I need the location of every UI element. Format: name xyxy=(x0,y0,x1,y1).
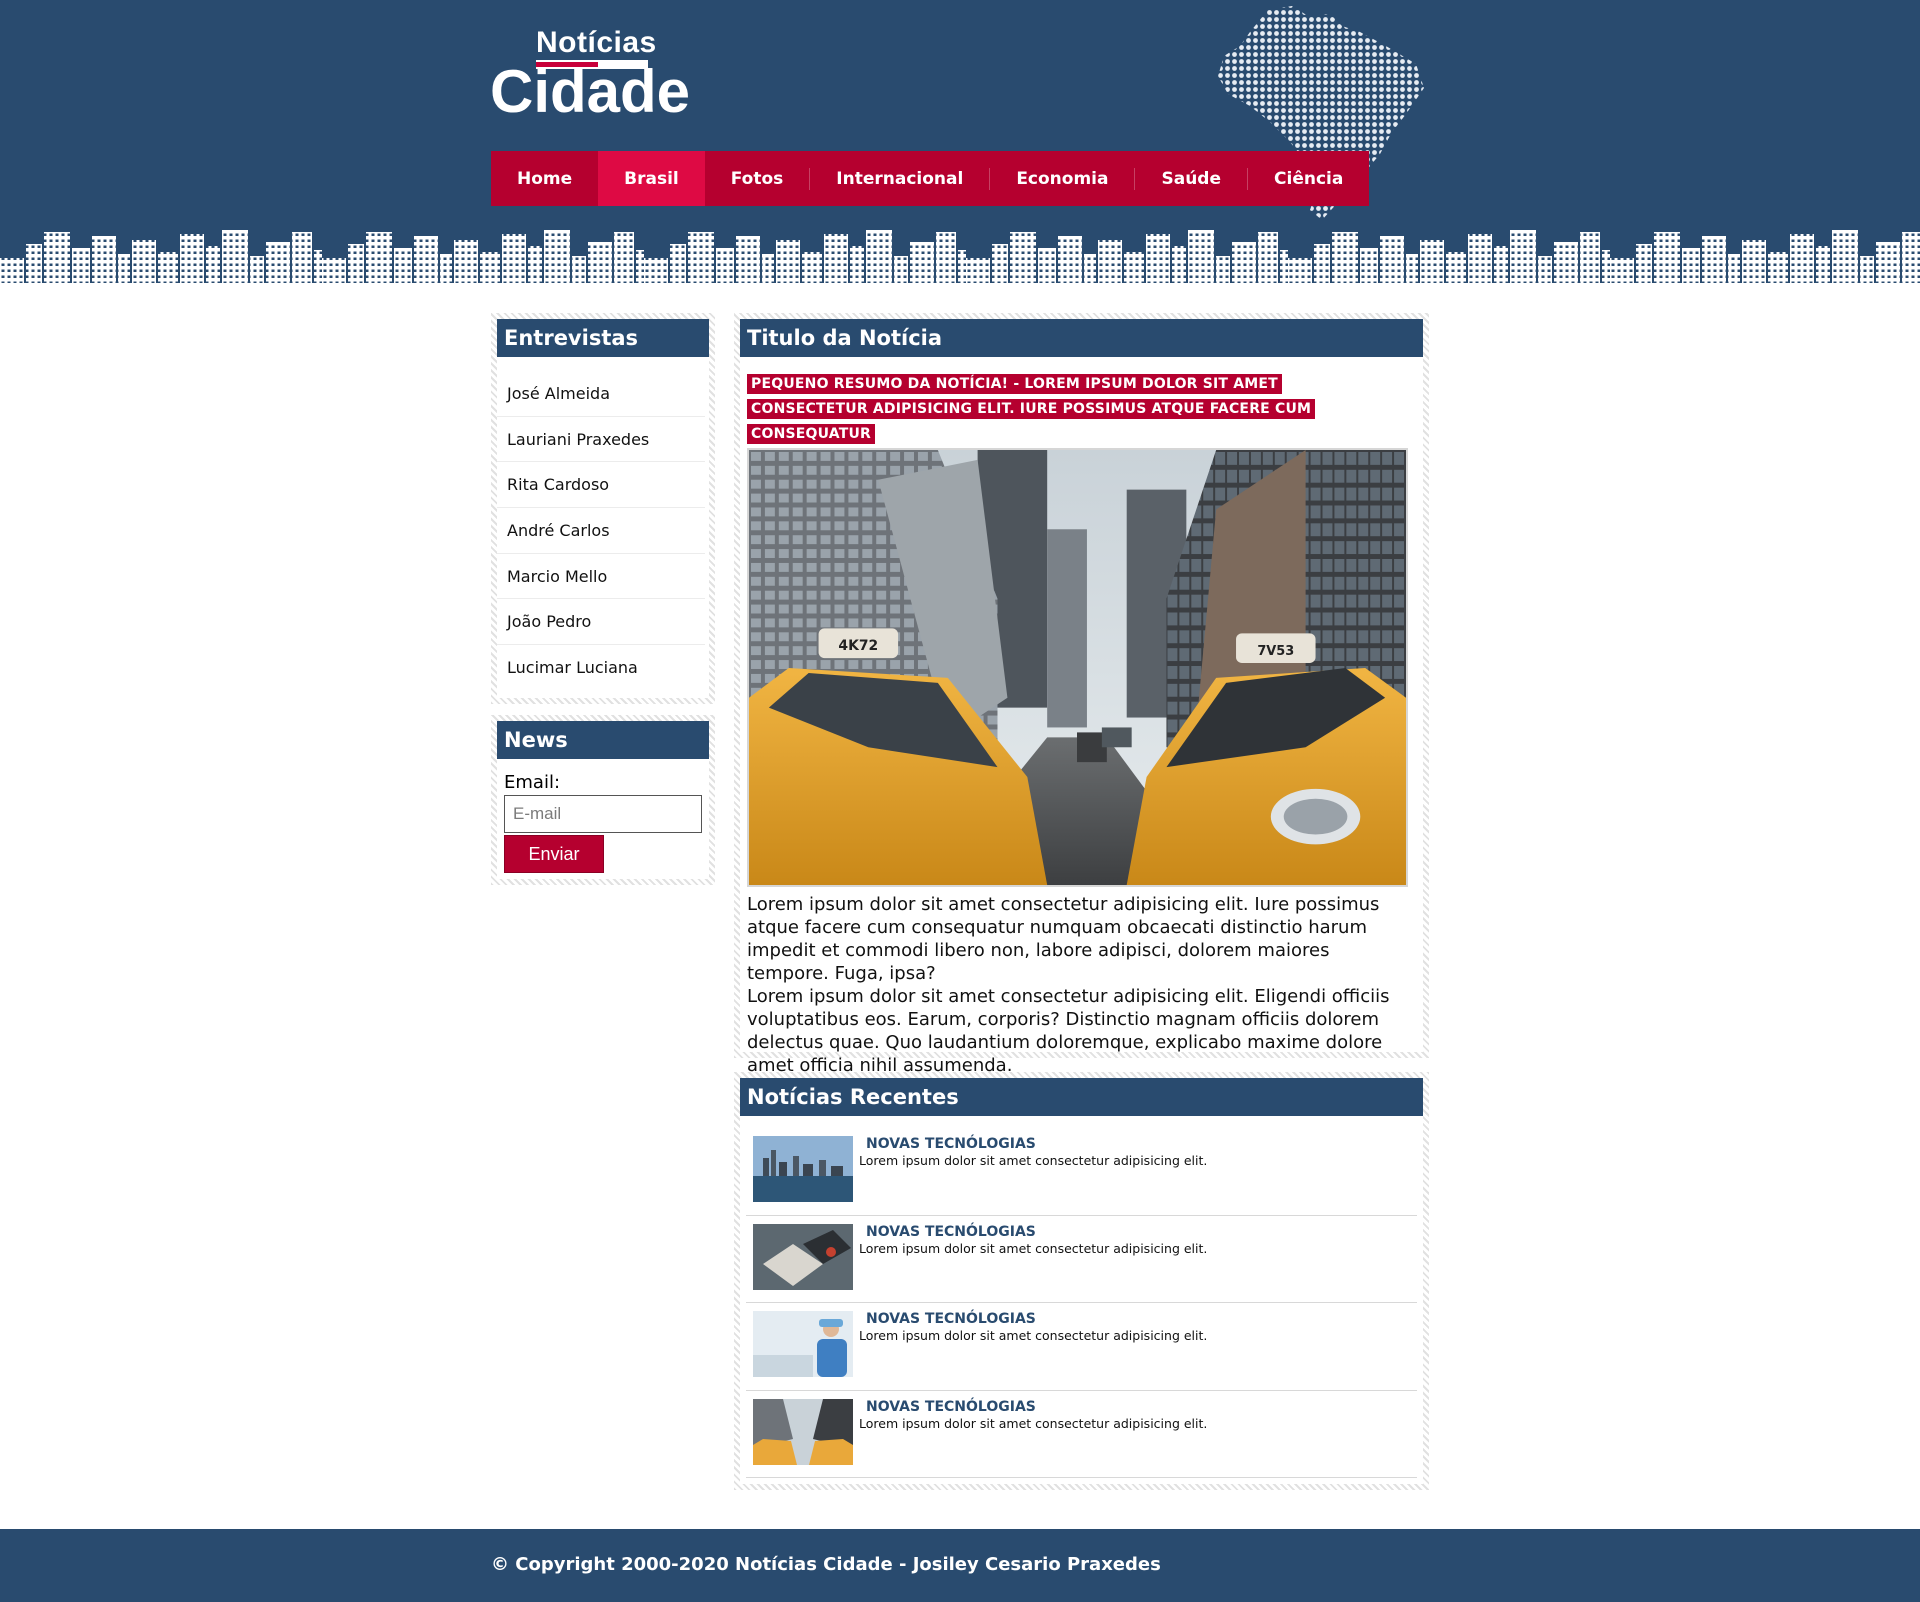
logo-main-text: Cidade xyxy=(490,58,691,125)
nav-ciencia[interactable]: Ciência xyxy=(1248,151,1369,206)
recent-news-title-link[interactable]: NOVAS TECNÓLOGIAS xyxy=(866,1136,1207,1152)
interview-link[interactable]: Rita Cardoso xyxy=(497,462,705,509)
interview-link[interactable]: José Almeida xyxy=(497,371,705,417)
main-nav: Home Brasil Fotos Internacional Economia… xyxy=(491,151,1370,206)
recent-news-desc: Lorem ipsum dolor sit amet consectetur a… xyxy=(859,1153,1208,1168)
site-header: Notícias Cidade Home Brasil Fotos Intern… xyxy=(0,0,1920,288)
site-footer: © Copyright 2000-2020 Notícias Cidade - … xyxy=(0,1529,1920,1602)
interviews-list: José Almeida Lauriani Praxedes Rita Card… xyxy=(497,357,709,691)
article-panel: Titulo da Notícia PEQUENO RESUMO DA NOTÍ… xyxy=(734,313,1429,1076)
recent-news-item[interactable]: NOVAS TECNÓLOGIAS Lorem ipsum dolor sit … xyxy=(746,1216,1417,1303)
recent-news-panel: Notícias Recentes NOVAS TECNÓLOGIAS Lore… xyxy=(734,1072,1429,1490)
recent-news-desc: Lorem ipsum dolor sit amet consectetur a… xyxy=(859,1415,1208,1431)
logo-top-text: Notícias xyxy=(536,26,657,59)
nav-home[interactable]: Home xyxy=(491,151,598,206)
recent-news-thumbnail xyxy=(753,1136,853,1202)
interview-link[interactable]: André Carlos xyxy=(497,508,705,554)
article-image: 4K72 7V53 xyxy=(747,448,1408,887)
email-label: Email: xyxy=(504,772,561,793)
recent-news-thumbnail xyxy=(753,1398,853,1465)
recent-news-thumbnail xyxy=(753,1311,853,1377)
recent-news-thumbnail xyxy=(753,1223,853,1290)
newsletter-panel: News Email: Enviar xyxy=(491,715,715,885)
city-skyline-decoration xyxy=(0,230,1920,288)
recent-news-title: Notícias Recentes xyxy=(740,1078,1423,1116)
recent-news-item[interactable]: NOVAS TECNÓLOGIAS Lorem ipsum dolor sit … xyxy=(746,1391,1417,1478)
interview-link[interactable]: João Pedro xyxy=(497,599,705,646)
article-paragraph: Lorem ipsum dolor sit amet consectetur a… xyxy=(747,986,1390,1076)
article-summary: PEQUENO RESUMO DA NOTÍCIA! - LOREM IPSUM… xyxy=(747,374,1316,444)
email-field[interactable] xyxy=(504,795,702,833)
interviews-title: Entrevistas xyxy=(497,319,709,357)
newsletter-title: News xyxy=(497,721,709,759)
recent-news-item[interactable]: NOVAS TECNÓLOGIAS Lorem ipsum dolor sit … xyxy=(746,1128,1417,1216)
site-logo[interactable]: Notícias Cidade xyxy=(490,26,690,122)
recent-news-title-link[interactable]: NOVAS TECNÓLOGIAS xyxy=(866,1224,1207,1240)
recent-news-desc: Lorem ipsum dolor sit amet consectetur a… xyxy=(859,1240,1208,1256)
submit-button[interactable]: Enviar xyxy=(504,835,604,873)
nav-brasil[interactable]: Brasil xyxy=(598,151,705,206)
interview-link[interactable]: Lauriani Praxedes xyxy=(497,417,705,463)
article-body: Lorem ipsum dolor sit amet consectetur a… xyxy=(747,893,1407,1077)
nav-fotos[interactable]: Fotos xyxy=(705,151,810,206)
newsletter-form: Email: Enviar xyxy=(497,759,709,873)
article-paragraph: Lorem ipsum dolor sit amet consectetur a… xyxy=(747,894,1380,984)
recent-news-title-link[interactable]: NOVAS TECNÓLOGIAS xyxy=(866,1399,1207,1415)
article-summary-wrap: PEQUENO RESUMO DA NOTÍCIA! - LOREM IPSUM… xyxy=(747,371,1347,446)
svg-text:7V53: 7V53 xyxy=(1257,644,1294,659)
recent-news-desc: Lorem ipsum dolor sit amet consectetur a… xyxy=(859,1328,1208,1343)
svg-text:4K72: 4K72 xyxy=(838,638,878,654)
recent-news-item[interactable]: NOVAS TECNÓLOGIAS Lorem ipsum dolor sit … xyxy=(746,1303,1417,1391)
article-title: Titulo da Notícia xyxy=(740,319,1423,357)
footer-copyright: © Copyright 2000-2020 Notícias Cidade - … xyxy=(491,1554,1161,1575)
interviews-panel: Entrevistas José Almeida Lauriani Praxed… xyxy=(491,313,715,704)
nav-saude[interactable]: Saúde xyxy=(1135,151,1247,206)
interview-link[interactable]: Lucimar Luciana xyxy=(497,645,705,691)
recent-news-title-link[interactable]: NOVAS TECNÓLOGIAS xyxy=(866,1311,1207,1327)
nav-economia[interactable]: Economia xyxy=(990,151,1134,206)
interview-link[interactable]: Marcio Mello xyxy=(497,554,705,600)
recent-news-list: NOVAS TECNÓLOGIAS Lorem ipsum dolor sit … xyxy=(740,1116,1423,1478)
nav-internacional[interactable]: Internacional xyxy=(810,151,989,206)
